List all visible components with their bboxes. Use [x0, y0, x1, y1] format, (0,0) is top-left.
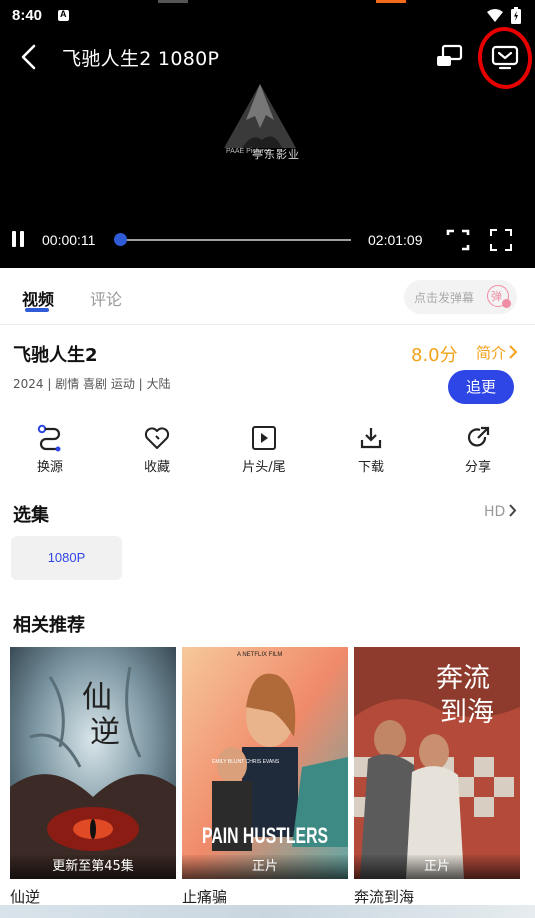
- progress-knob[interactable]: [113, 233, 127, 246]
- recommend-name[interactable]: 仙逆: [10, 886, 40, 907]
- total-time: 02:01:09: [368, 232, 423, 248]
- next-row-peek: [0, 905, 535, 918]
- movie-score: 8.0分: [411, 345, 458, 366]
- episode-chip[interactable]: 1080P: [11, 536, 122, 580]
- action-skip-intro[interactable]: 片头/尾: [224, 424, 304, 475]
- poster-badge: 正片: [354, 855, 520, 879]
- intro-link[interactable]: 简介: [476, 342, 518, 363]
- switch-source-icon: [37, 424, 61, 452]
- poster-cast-caption: EMILY BLUNT CHRIS EVANS: [212, 759, 280, 765]
- poster-art-benliudaohai: 奔流 到海: [354, 647, 520, 879]
- poster-title-pain-hustlers: PAIN HUSTLERS: [202, 823, 328, 848]
- intro-link-label: 简介: [476, 344, 507, 362]
- action-label: 片头/尾: [242, 460, 286, 475]
- chevron-right-icon: [509, 504, 517, 517]
- follow-button[interactable]: 追更: [448, 370, 514, 404]
- notification-a-icon: [58, 9, 69, 21]
- camera-cutout-right: [376, 0, 406, 3]
- poster-top-caption: A NETFLIX FILM: [237, 652, 282, 658]
- player-title-bar: 飞驰人生2 1080P: [0, 36, 535, 78]
- rotate-screen-icon[interactable]: [445, 228, 471, 252]
- quality-link-label: HD: [484, 504, 506, 520]
- action-download[interactable]: 下载: [331, 424, 411, 475]
- camera-cutout-left: [158, 0, 188, 3]
- skip-intro-icon: [252, 426, 276, 450]
- recommend-title: 相关推荐: [13, 615, 85, 636]
- video-title: 飞驰人生2 1080P: [62, 48, 220, 70]
- battery-icon: [511, 7, 521, 24]
- episodes-title: 选集: [13, 505, 49, 526]
- danmu-input[interactable]: 点击发弹幕: [404, 280, 517, 314]
- quality-link[interactable]: HD: [484, 504, 518, 520]
- danmu-placeholder: 点击发弹幕: [414, 291, 475, 305]
- video-player[interactable]: 8:40 飞驰人生2 1080P PAAE Pictures 亭东影业 00:0…: [0, 0, 535, 268]
- download-icon: [360, 428, 382, 449]
- studio-logo: PAAE Pictures 亭东影业: [222, 82, 302, 172]
- progress-track[interactable]: [120, 239, 351, 241]
- current-time: 00:00:11: [42, 232, 96, 248]
- poster-title-benliu-2: 到海: [440, 697, 494, 728]
- action-label: 换源: [36, 460, 63, 475]
- poster-title-xianni-2: 逆: [90, 715, 120, 750]
- divider: [0, 324, 535, 325]
- poster-badge: 更新至第45集: [10, 855, 176, 879]
- red-annotation-circle: [474, 24, 535, 92]
- share-icon: [467, 426, 490, 447]
- tab-comments[interactable]: 评论: [90, 286, 122, 310]
- mountain-logo-icon: [224, 84, 296, 148]
- fullscreen-icon[interactable]: [489, 228, 513, 252]
- movie-title: 飞驰人生2: [13, 345, 98, 366]
- poster-benliudaohai[interactable]: 奔流 到海 正片: [354, 647, 520, 879]
- back-arrow-icon[interactable]: [14, 42, 44, 72]
- poster-title-xianni-1: 仙: [82, 680, 112, 715]
- poster-pain-hustlers[interactable]: A NETFLIX FILM EMILY BLUNT CHRIS EVANS P…: [182, 647, 348, 879]
- action-label: 下载: [357, 460, 384, 475]
- content-tabs: 视频 评论 点击发弹幕: [0, 268, 535, 324]
- movie-meta: 2024 | 剧情 喜剧 运动 | 大陆: [13, 377, 171, 391]
- recommend-name[interactable]: 止痛骗: [182, 886, 227, 907]
- action-share[interactable]: 分享: [438, 424, 518, 475]
- action-switch-source[interactable]: 换源: [10, 424, 90, 475]
- status-bar: 8:40: [0, 0, 535, 32]
- poster-title-benliu-1: 奔流: [436, 663, 490, 694]
- action-label: 分享: [464, 460, 491, 475]
- wifi-icon: [487, 8, 503, 22]
- action-label: 收藏: [143, 460, 170, 475]
- active-tab-indicator: [25, 308, 49, 312]
- status-time: 8:40: [12, 7, 43, 24]
- action-bar: 换源 收藏 片头/尾 下载 分享: [0, 424, 535, 484]
- screen-mirror-icon[interactable]: [433, 42, 465, 72]
- poster-xianni[interactable]: 仙 逆 更新至第45集: [10, 647, 176, 879]
- action-favorite[interactable]: 收藏: [117, 424, 197, 475]
- pause-icon[interactable]: [12, 231, 26, 247]
- tab-video[interactable]: 视频: [22, 286, 54, 310]
- poster-badge: 正片: [182, 855, 348, 879]
- player-controls: 00:00:11 02:01:09: [0, 226, 535, 254]
- chevron-right-icon: [509, 345, 518, 359]
- poster-art-xianni: 仙 逆: [10, 647, 176, 879]
- recommend-name[interactable]: 奔流到海: [354, 886, 414, 907]
- logo-caption: 亭东影业: [252, 148, 300, 161]
- poster-art-pain-hustlers: A NETFLIX FILM EMILY BLUNT CHRIS EVANS P…: [182, 647, 348, 879]
- status-icons: [487, 7, 521, 24]
- heart-icon: [144, 427, 170, 449]
- danmu-status-dot: [502, 299, 511, 308]
